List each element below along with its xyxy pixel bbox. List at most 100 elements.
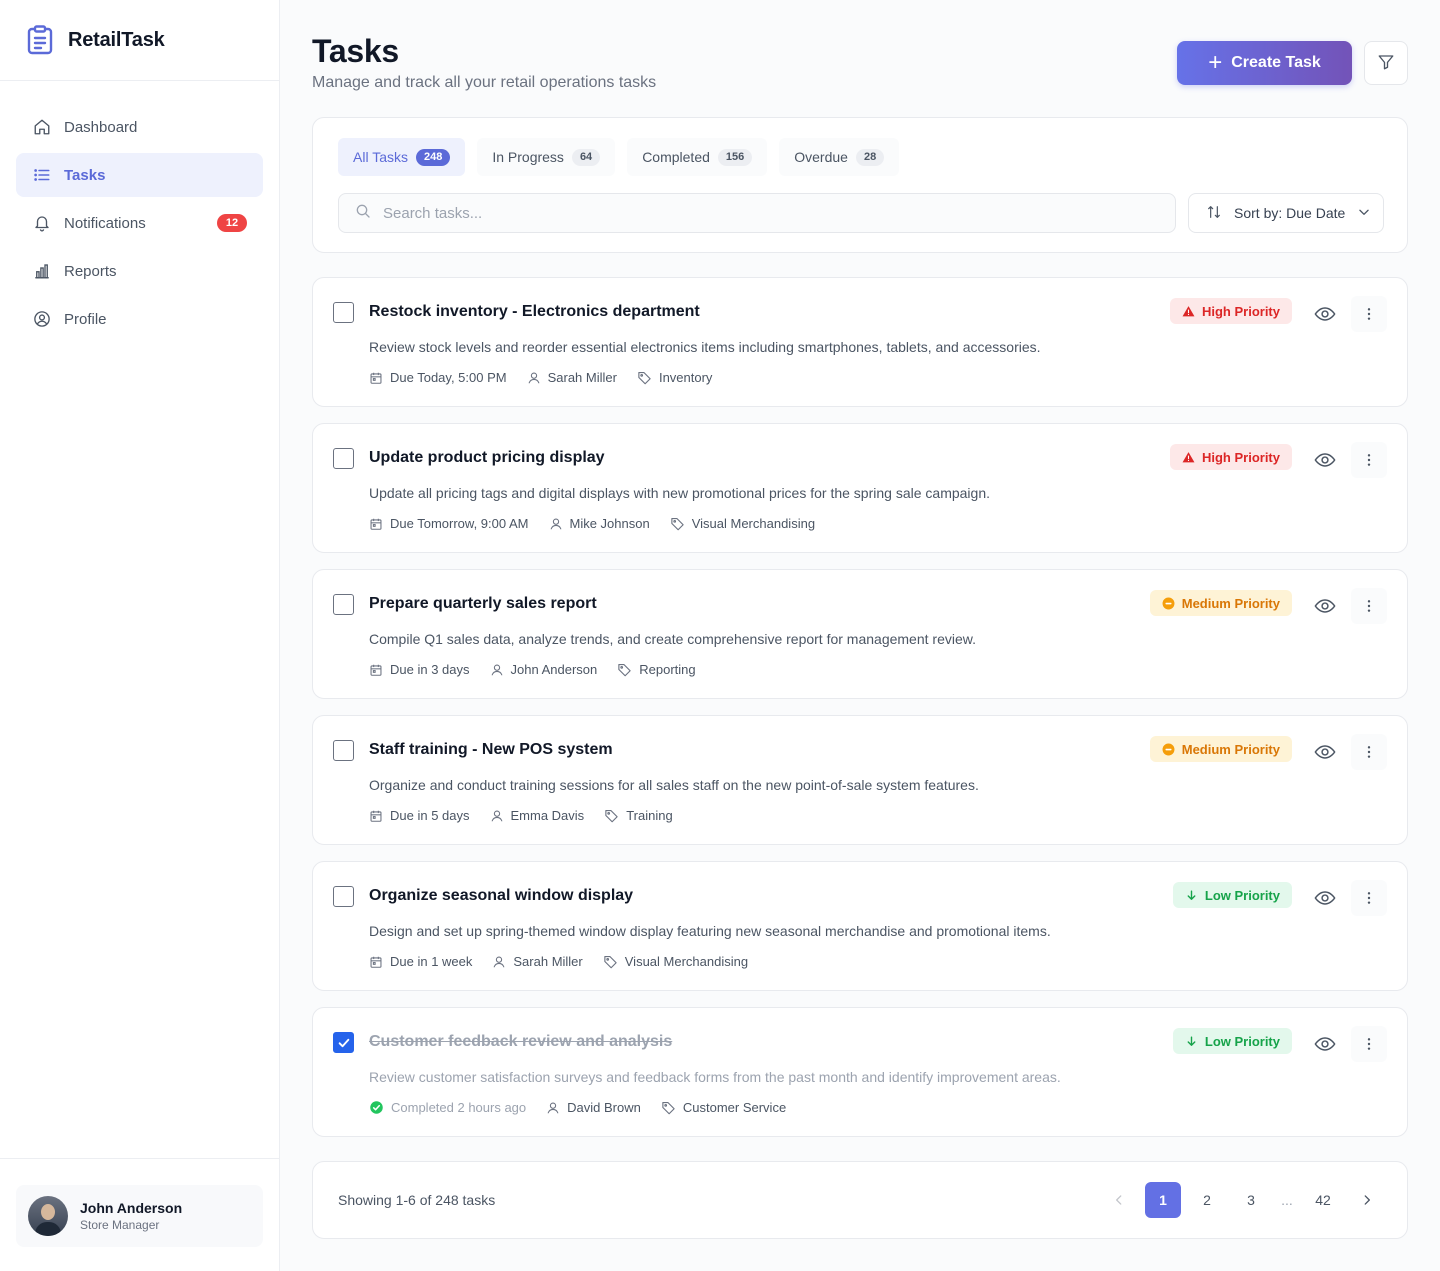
task-card[interactable]: Update product pricing display Update all… — [312, 423, 1408, 553]
task-due: Due Tomorrow, 9:00 AM — [369, 516, 529, 531]
task-title[interactable]: Restock inventory - Electronics departme… — [369, 303, 700, 321]
priority-badge: Medium Priority — [1149, 736, 1292, 762]
page-button[interactable]: 2 — [1189, 1182, 1225, 1218]
sort-icon — [1206, 204, 1222, 223]
task-title[interactable]: Staff training - New POS system — [369, 741, 613, 759]
user-role: Store Manager — [80, 1218, 160, 1232]
search-input[interactable] — [383, 204, 1143, 222]
arrow-down-icon — [1187, 889, 1196, 900]
eye-icon — [1314, 307, 1336, 321]
user-icon — [491, 810, 502, 821]
task-card[interactable]: Organize seasonal window display Design a… — [312, 861, 1408, 991]
task-title[interactable]: Organize seasonal window display — [369, 887, 633, 905]
more-options-button[interactable] — [1351, 734, 1387, 770]
tab-count: 248 — [415, 148, 451, 166]
task-checkbox[interactable] — [333, 448, 354, 469]
tag-icon — [618, 663, 631, 677]
calendar-icon — [370, 664, 382, 676]
more-vertical-icon — [1367, 892, 1371, 904]
task-due-text: Due in 3 days — [390, 662, 470, 677]
task-checkbox[interactable] — [333, 886, 354, 907]
more-options-button[interactable] — [1351, 1026, 1387, 1062]
priority-badge: Low Priority — [1172, 882, 1292, 908]
task-checkbox[interactable] — [333, 302, 354, 323]
task-card[interactable]: Prepare quarterly sales report Compile Q1… — [312, 569, 1408, 699]
more-options-button[interactable] — [1351, 588, 1387, 624]
task-title[interactable]: Update product pricing display — [369, 449, 605, 467]
task-category-text: Inventory — [658, 370, 713, 385]
brand-name: RetailTask — [68, 28, 165, 51]
more-options-button[interactable] — [1351, 296, 1387, 332]
tag-icon — [638, 371, 651, 385]
task-assignee: Sarah Miller — [492, 954, 583, 969]
more-options-button[interactable] — [1351, 442, 1387, 478]
task-card[interactable]: Customer feedback review and analysis Rev… — [312, 1007, 1408, 1137]
page-title: Tasks — [312, 33, 399, 69]
task-checkbox[interactable] — [333, 740, 354, 761]
view-task-button[interactable] — [1307, 442, 1343, 478]
sidebar-item-dashboard[interactable]: Dashboard — [16, 105, 263, 149]
list-icon — [33, 166, 51, 184]
tab-completed[interactable]: Completed 156 — [627, 138, 768, 176]
task-category: Inventory — [637, 370, 712, 385]
priority-label: Low Priority — [1204, 1033, 1280, 1049]
user-icon — [493, 956, 505, 967]
tab-label: In Progress — [492, 149, 564, 165]
sidebar-item-label: Profile — [64, 310, 107, 328]
filter-panel: All Tasks 248 In Progress 64 Completed 1… — [312, 117, 1408, 253]
calendar-icon — [370, 518, 382, 530]
task-category: Customer Service — [661, 1100, 786, 1115]
task-card[interactable]: Staff training - New POS system Organize … — [312, 715, 1408, 845]
task-due-text: Completed 2 hours ago — [391, 1100, 527, 1115]
filter-button[interactable] — [1364, 41, 1408, 85]
view-task-button[interactable] — [1307, 296, 1343, 332]
warning-icon — [1182, 305, 1195, 316]
view-task-button[interactable] — [1307, 588, 1343, 624]
task-title[interactable]: Prepare quarterly sales report — [369, 595, 597, 613]
page-button[interactable]: 1 — [1145, 1182, 1181, 1218]
priority-label: Low Priority — [1204, 887, 1280, 903]
create-task-button[interactable]: + Create Task — [1177, 41, 1352, 85]
eye-icon — [1314, 453, 1336, 467]
task-meta: Due in 3 days John Anderson Reporting — [369, 662, 716, 677]
tab-all-tasks[interactable]: All Tasks 248 — [338, 138, 466, 176]
arrow-down-icon — [1187, 1035, 1196, 1046]
page-button[interactable]: 42 — [1305, 1182, 1341, 1218]
priority-label: High Priority — [1201, 303, 1280, 319]
task-checkbox[interactable] — [333, 1032, 354, 1053]
more-options-button[interactable] — [1351, 880, 1387, 916]
sidebar-nav: Dashboard Tasks Notifications 12 Reports — [0, 81, 279, 341]
tag-icon — [605, 809, 618, 823]
page-button[interactable]: 3 — [1233, 1182, 1269, 1218]
tab-in-progress[interactable]: In Progress 64 — [477, 138, 616, 176]
task-due: Due in 3 days — [369, 662, 470, 677]
task-assignee-text: Mike Johnson — [569, 516, 650, 531]
chevron-down-icon — [1357, 205, 1371, 222]
more-vertical-icon — [1367, 600, 1371, 612]
sidebar-item-notifications[interactable]: Notifications 12 — [16, 201, 263, 245]
calendar-icon — [370, 810, 382, 822]
prev-page-button[interactable] — [1101, 1182, 1137, 1218]
task-category-text: Training — [626, 808, 673, 823]
task-due: Due in 5 days — [369, 808, 470, 823]
view-task-button[interactable] — [1307, 880, 1343, 916]
sidebar-item-label: Tasks — [64, 166, 106, 184]
view-task-button[interactable] — [1307, 1026, 1343, 1062]
user-card[interactable]: John Anderson Store Manager — [16, 1185, 263, 1247]
sidebar-item-profile[interactable]: Profile — [16, 297, 263, 341]
tab-overdue[interactable]: Overdue 28 — [779, 138, 900, 176]
task-card[interactable]: Restock inventory - Electronics departme… — [312, 277, 1408, 407]
filter-icon — [1377, 53, 1395, 74]
sort-dropdown[interactable]: Sort by: Due Date — [1188, 193, 1384, 233]
task-assignee-text: Sarah Miller — [547, 370, 617, 385]
view-task-button[interactable] — [1307, 734, 1343, 770]
next-page-button[interactable] — [1349, 1182, 1385, 1218]
create-task-label: Create Task — [1231, 54, 1321, 71]
task-category-text: Visual Merchandising — [624, 954, 749, 969]
task-title[interactable]: Customer feedback review and analysis — [369, 1033, 672, 1051]
task-meta: Due in 1 week Sarah Miller Visual Merchand… — [369, 954, 768, 969]
task-checkbox[interactable] — [333, 594, 354, 615]
sidebar-item-tasks[interactable]: Tasks — [16, 153, 263, 197]
more-vertical-icon — [1367, 454, 1371, 466]
sidebar-item-reports[interactable]: Reports — [16, 249, 263, 293]
